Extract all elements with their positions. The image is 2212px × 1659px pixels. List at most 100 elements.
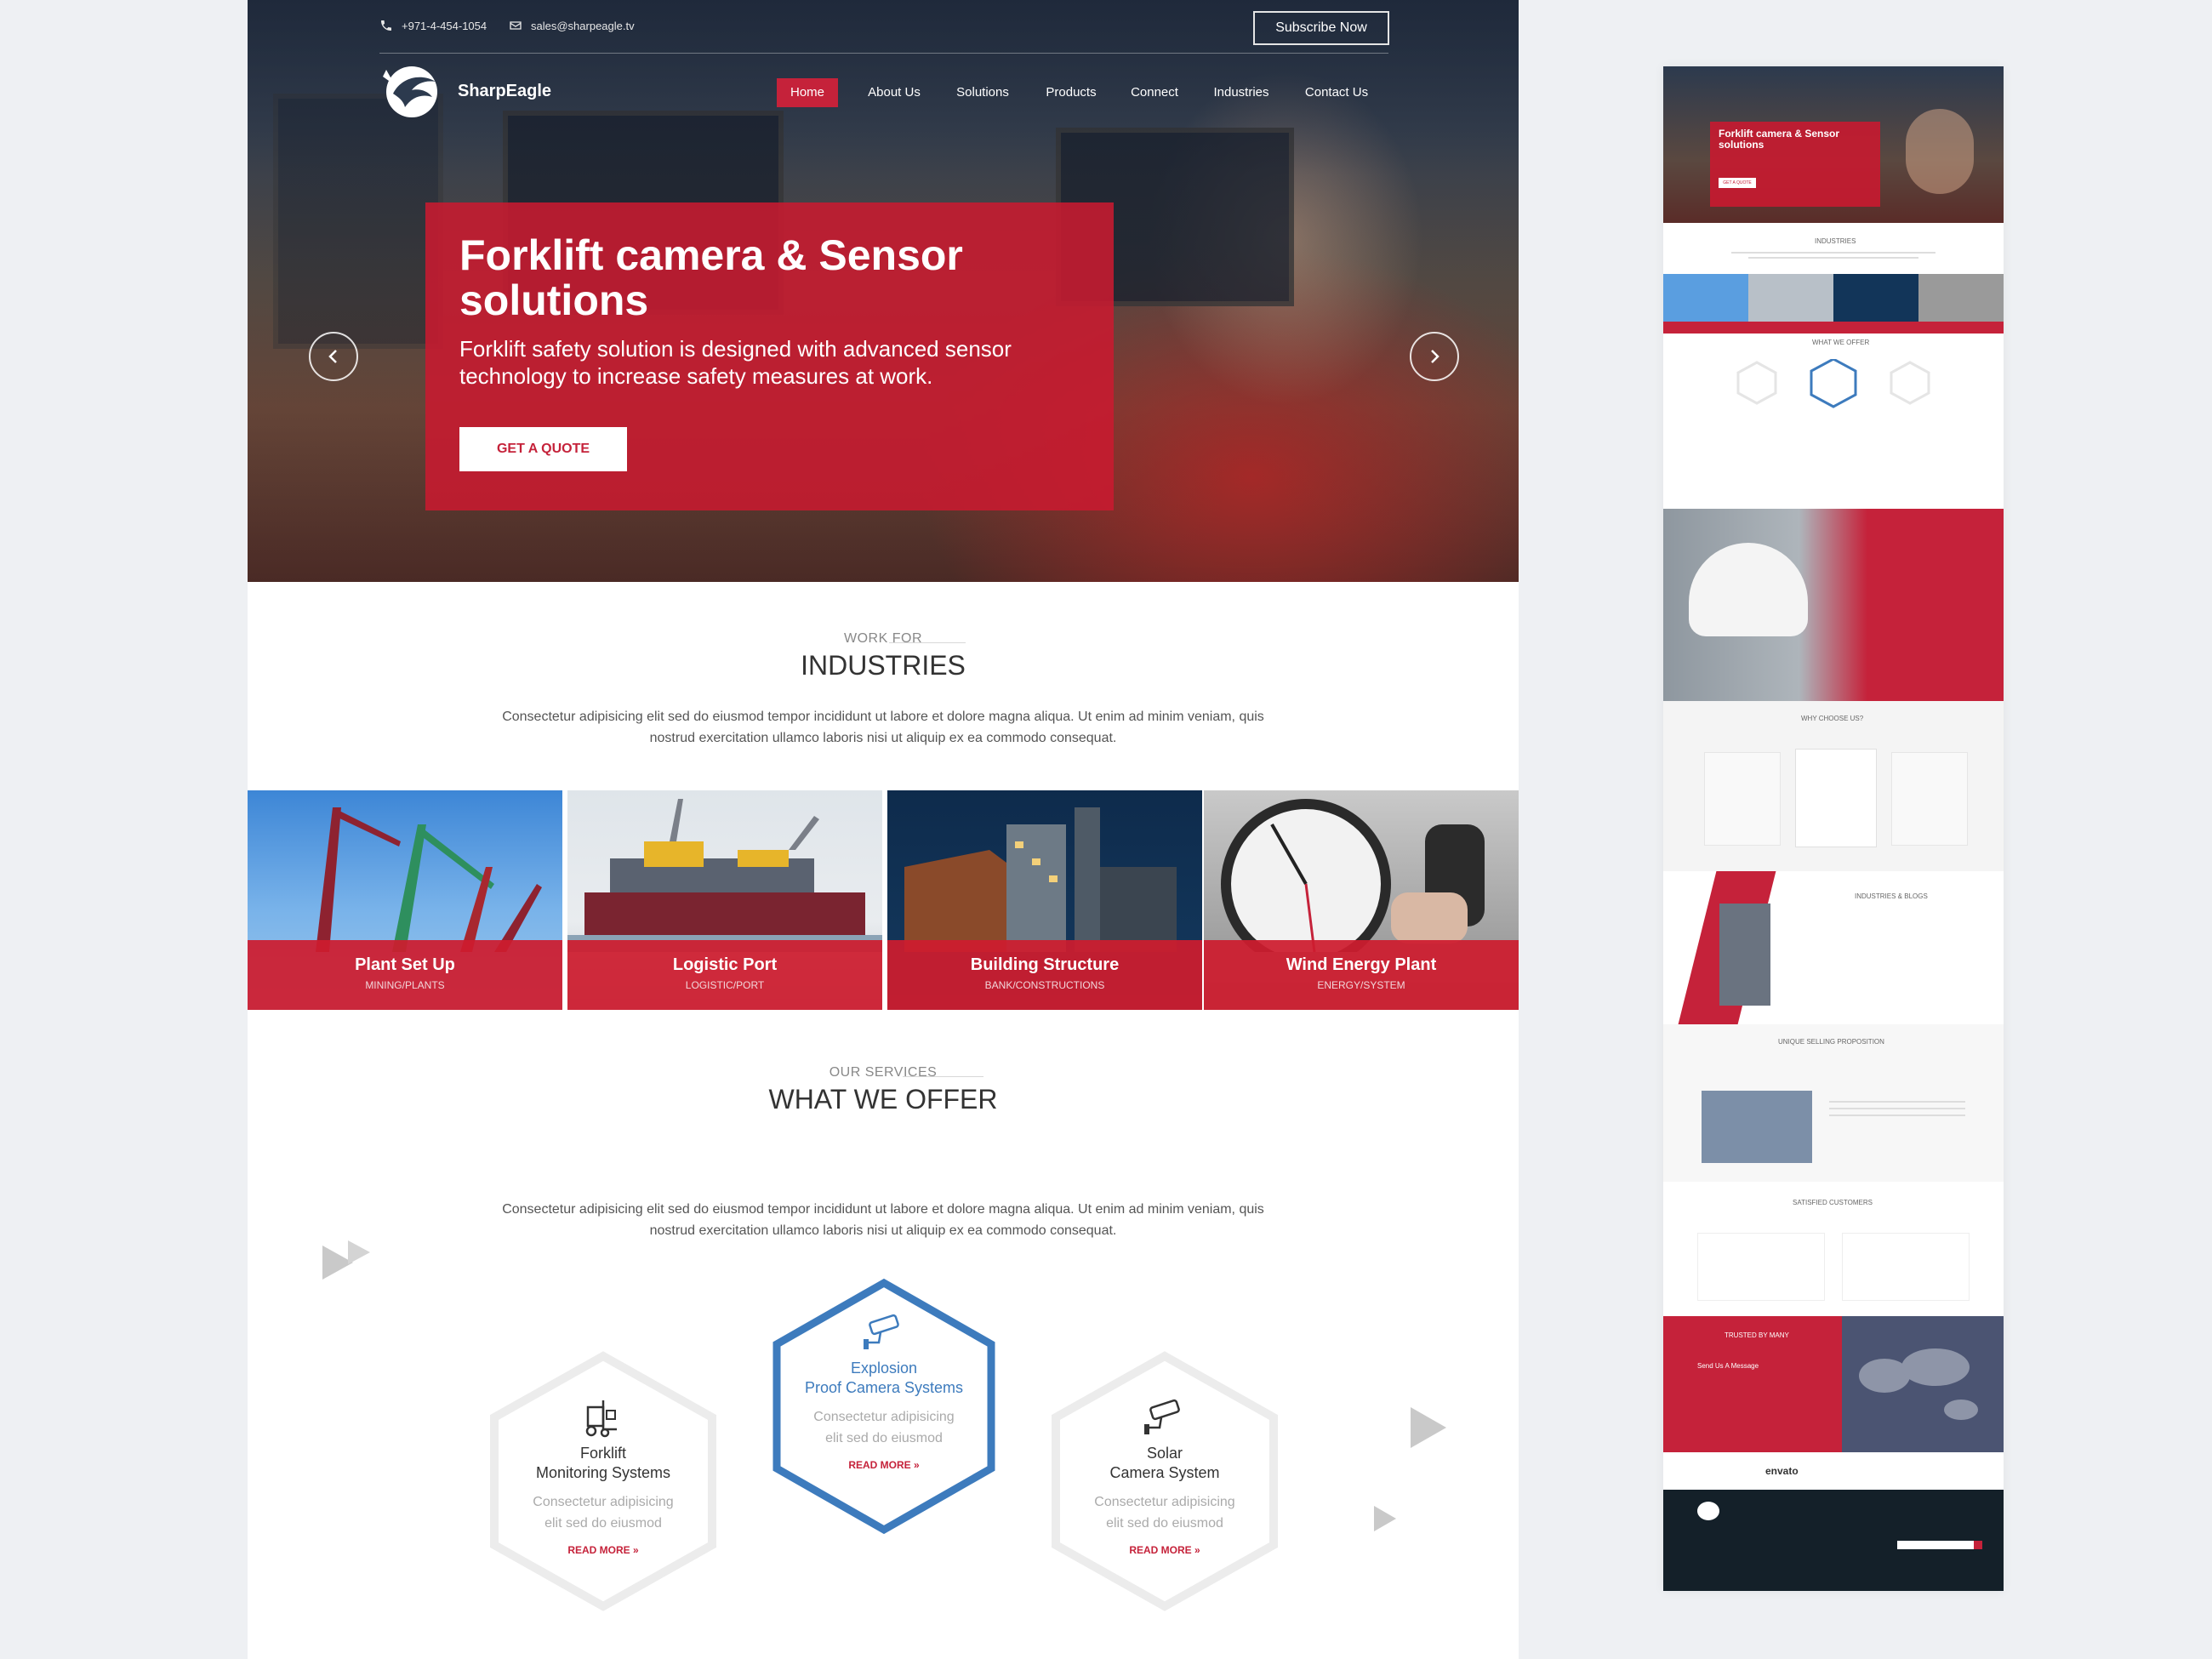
service-desc-line2: elit sed do eiusmod xyxy=(544,1516,662,1531)
chevron-left-icon xyxy=(328,350,337,363)
preview-building-photo xyxy=(1719,904,1770,1006)
preview-envato-logo: envato xyxy=(1765,1465,1799,1477)
preview-industry-tile xyxy=(1918,274,2004,334)
service-title: Explosion Proof Camera Systems xyxy=(787,1359,981,1398)
service-title-line1: Explosion xyxy=(850,1360,918,1377)
preview-industry-tile xyxy=(1663,274,1748,334)
service-title-line2: Monitoring Systems xyxy=(535,1464,671,1481)
preview-feature-card xyxy=(1704,752,1781,846)
industry-name: Logistic Port xyxy=(672,955,778,974)
service-title-line1: Forklift xyxy=(580,1445,626,1462)
email-contact[interactable]: sales@sharpeagle.tv xyxy=(509,19,635,32)
preview-why-title: WHY CHOOSE US? xyxy=(1801,715,1864,722)
brand-logo[interactable]: SharpEagle xyxy=(379,60,551,123)
nav-item-products[interactable]: Products xyxy=(1037,78,1105,107)
phone-contact[interactable]: +971-4-454-1054 xyxy=(379,19,487,32)
carousel-next-triangle[interactable] xyxy=(1409,1405,1450,1453)
hero-subtitle: Forklift safety solution is designed wit… xyxy=(459,336,1012,389)
security-camera-icon xyxy=(1144,1399,1180,1434)
get-quote-button[interactable]: GET A QUOTE xyxy=(459,427,627,471)
preview-partner-logos: envato xyxy=(1663,1452,2004,1490)
industry-tile-building[interactable]: Building Structure BANK/CONSTRUCTIONS xyxy=(887,790,1202,1010)
service-desc: Consectetur adipisicing elit sed do eiusm… xyxy=(506,1491,700,1534)
industry-band: Plant Set Up MINING/PLANTS xyxy=(248,940,562,1010)
preview-solutions-timeline xyxy=(1663,509,2004,701)
read-more-link[interactable]: READ MORE » xyxy=(787,1459,981,1471)
industry-sub: MINING/PLANTS xyxy=(365,979,445,991)
industry-band: Building Structure BANK/CONSTRUCTIONS xyxy=(887,940,1202,1010)
industry-tile-plant[interactable]: Plant Set Up MINING/PLANTS xyxy=(248,790,562,1010)
services-kicker: OUR SERVICES xyxy=(829,1065,938,1080)
nav-item-home[interactable]: Home xyxy=(777,78,838,107)
slider-prev-button[interactable] xyxy=(309,332,358,381)
hero-caption-box: Forklift camera & Sensor solutions Forkl… xyxy=(425,202,1114,510)
hero-title: Forklift camera & Sensor solutions xyxy=(459,231,963,324)
industry-tile-port[interactable]: Logistic Port LOGISTIC/PORT xyxy=(567,790,882,1010)
preview-usp: UNIQUE SELLING PROPOSITION xyxy=(1663,1024,2004,1182)
industries-heading: WORK FOR INDUSTRIES xyxy=(670,631,1096,681)
services-description: Consectetur adipisicing elit sed do eius… xyxy=(502,1202,1264,1238)
preview-blogs: INDUSTRIES & BLOGS xyxy=(1663,871,2004,1024)
preview-usp-title: UNIQUE SELLING PROPOSITION xyxy=(1778,1038,1884,1046)
preview-blogs-title: INDUSTRIES & BLOGS xyxy=(1855,892,1928,900)
industry-band: Wind Energy Plant ENERGY/SYSTEM xyxy=(1204,940,1519,1010)
industry-band: Logistic Port LOGISTIC/PORT xyxy=(567,940,882,1010)
crane-illustration xyxy=(316,807,542,952)
service-card-forklift[interactable]: Forklift Monitoring Systems Consectetur a… xyxy=(506,1395,700,1556)
nav-item-solutions[interactable]: Solutions xyxy=(949,78,1017,107)
phone-icon xyxy=(381,20,391,31)
service-desc-line2: elit sed do eiusmod xyxy=(825,1431,943,1445)
security-camera-icon xyxy=(864,1314,899,1349)
preview-industry-tile xyxy=(1748,274,1833,334)
nav-item-contact-us[interactable]: Contact Us xyxy=(1296,78,1377,107)
preview-text-line xyxy=(1731,252,1936,254)
service-title-line1: Solar xyxy=(1146,1445,1183,1462)
hero-slider: +971-4-454-1054 sales@sharpeagle.tv Subs… xyxy=(248,0,1519,582)
read-more-link[interactable]: READ MORE » xyxy=(1068,1544,1262,1556)
preview-contact: TRUSTED BY MANY Send Us A Message xyxy=(1663,1316,2004,1452)
preview-text-line xyxy=(1829,1108,1965,1109)
header-divider xyxy=(379,53,1388,54)
gauge-illustration xyxy=(1221,799,1485,952)
email-address: sales@sharpeagle.tv xyxy=(531,19,635,32)
preview-feature-card xyxy=(1891,752,1968,846)
preview-helmet xyxy=(1689,543,1808,636)
preview-quote-button: GET A QUOTE xyxy=(1719,178,1756,188)
preview-customers: SATISFIED CUSTOMERS xyxy=(1663,1182,2004,1316)
nav-item-industries[interactable]: Industries xyxy=(1205,78,1278,107)
preview-industries: INDUSTRIES WHAT WE OFFER xyxy=(1663,223,2004,408)
nav-item-connect[interactable]: Connect xyxy=(1124,78,1185,107)
service-card-solar[interactable]: Solar Camera System Consectetur adipisici… xyxy=(1068,1395,1262,1556)
kicker-divider xyxy=(903,1076,983,1077)
service-desc: Consectetur adipisicing elit sed do eiusm… xyxy=(787,1406,981,1449)
subscribe-button[interactable]: Subscribe Now xyxy=(1253,11,1389,45)
service-title: Solar Camera System xyxy=(1068,1444,1262,1483)
service-desc-line1: Consectetur adipisicing xyxy=(533,1495,674,1509)
slider-next-button[interactable] xyxy=(1410,332,1459,381)
industry-tile-energy[interactable]: Wind Energy Plant ENERGY/SYSTEM xyxy=(1204,790,1519,1010)
decorative-triangle xyxy=(1374,1506,1396,1531)
service-card-explosion[interactable]: Explosion Proof Camera Systems Consectetu… xyxy=(787,1310,981,1471)
industry-name: Wind Energy Plant xyxy=(1286,955,1437,974)
preview-testimonial xyxy=(1697,1233,1825,1301)
nav-item-about-us[interactable]: About Us xyxy=(859,78,929,107)
preview-footer-logo xyxy=(1697,1502,1719,1520)
eagle-logo-icon xyxy=(383,66,437,117)
preview-message-label: Send Us A Message xyxy=(1697,1362,1759,1370)
preview-hero-title: Forklift camera & Sensor solutions xyxy=(1719,128,1840,151)
homepage-mockup: +971-4-454-1054 sales@sharpeagle.tv Subs… xyxy=(248,0,1519,1659)
preview-footer-submit xyxy=(1974,1541,1982,1549)
preview-why-choose: WHY CHOOSE US? xyxy=(1663,701,2004,871)
read-more-link[interactable]: READ MORE » xyxy=(506,1544,700,1556)
industry-name: Building Structure xyxy=(970,955,1120,974)
services-heading: OUR SERVICES WHAT WE OFFER xyxy=(670,1065,1096,1115)
industries-title: INDUSTRIES xyxy=(801,650,966,681)
preview-industry-tile xyxy=(1833,274,1918,334)
full-page-preview: Forklift camera & Sensor solutions GET A… xyxy=(1663,66,2004,1591)
preview-footer xyxy=(1663,1490,2004,1591)
brand-name: SharpEagle xyxy=(458,81,552,100)
industry-name: Plant Set Up xyxy=(355,955,455,974)
chevron-right-icon xyxy=(1431,350,1440,363)
service-title-line2: Camera System xyxy=(1109,1464,1220,1481)
preview-contact-form: TRUSTED BY MANY Send Us A Message xyxy=(1663,1316,1842,1452)
